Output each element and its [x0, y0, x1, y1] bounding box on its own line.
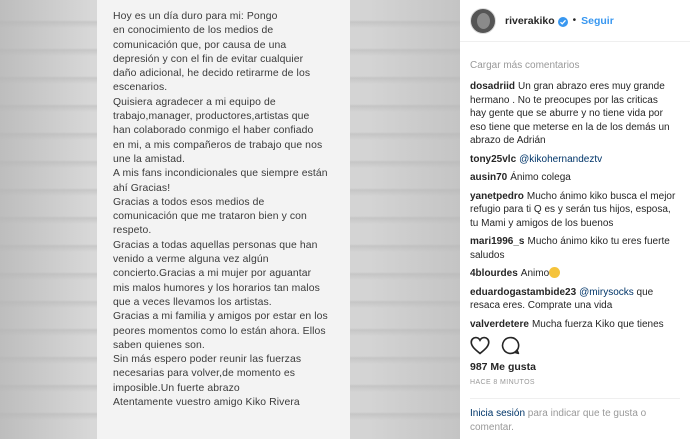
comment-user[interactable]: dosadriid: [470, 81, 515, 92]
comment-text: Ánimo colega: [510, 172, 571, 183]
avatar[interactable]: [470, 7, 496, 34]
statement-text: Hoy es un día duro para mi: Pongo en con…: [113, 11, 328, 409]
separator-dot: •: [572, 15, 577, 26]
login-prompt: Inicia sesión para indicar que te gusta …: [470, 407, 676, 435]
comment-text: Mucha fuerza Kiko que tienes: [531, 318, 664, 330]
comment-user[interactable]: valverdetere: [470, 319, 529, 330]
comment-user[interactable]: ausin70: [470, 172, 507, 183]
comment: 4blourdes Animo: [470, 267, 676, 281]
post-image: Hoy es un día duro para mi: Pongo en con…: [0, 0, 460, 439]
comment-text: Animo: [520, 268, 550, 279]
comment: dosadriid Un gran abrazo eres muy grande …: [470, 80, 676, 148]
comment-user[interactable]: mari1996_s: [470, 236, 525, 247]
post-actions: [470, 336, 520, 360]
comment: valverdetere Mucha fuerza Kiko que tienes: [470, 318, 676, 332]
comment: yanetpedro Mucho ánimo kiko busca el mejo…: [470, 190, 676, 231]
username[interactable]: riverakiko: [505, 15, 555, 27]
comment-user[interactable]: 4blourdes: [470, 268, 518, 279]
comment: eduardogastambide23 @mirysocks que resaca…: [470, 286, 676, 313]
comment-icon[interactable]: [501, 336, 520, 360]
divider: [470, 398, 680, 399]
comment-user[interactable]: yanetpedro: [470, 191, 524, 202]
comment-user[interactable]: tony25vlc: [470, 154, 516, 165]
verified-badge-icon: [557, 16, 568, 27]
comment: tony25vlc @kikohernandeztv: [470, 153, 676, 167]
post-timestamp[interactable]: HACE 8 MINUTOS: [470, 379, 535, 386]
comment-user[interactable]: eduardogastambide23: [470, 287, 576, 298]
heart-icon[interactable]: [470, 336, 490, 360]
load-more-comments[interactable]: Cargar más comentarios: [470, 60, 676, 71]
post-header: riverakiko • Seguir: [460, 0, 690, 42]
comment: mari1996_s Mucho ánimo kiko tu eres fuert…: [470, 235, 676, 262]
comment-mention[interactable]: @kikohernandeztv: [519, 154, 602, 165]
comment: ausin70 Ánimo colega: [470, 171, 676, 185]
likes-count[interactable]: 987 Me gusta: [470, 361, 536, 373]
login-link[interactable]: Inicia sesión: [470, 408, 525, 419]
smiley-emoji-icon: [549, 267, 561, 278]
post-sidebar: riverakiko • Seguir Cargar más comentari…: [460, 0, 690, 439]
follow-button[interactable]: Seguir: [581, 15, 614, 27]
statement-card: Hoy es un día duro para mi: Pongo en con…: [97, 0, 350, 439]
comment-mention[interactable]: @mirysocks: [579, 287, 634, 298]
comments-list[interactable]: Cargar más comentarios dosadriid Un gran …: [460, 60, 690, 332]
